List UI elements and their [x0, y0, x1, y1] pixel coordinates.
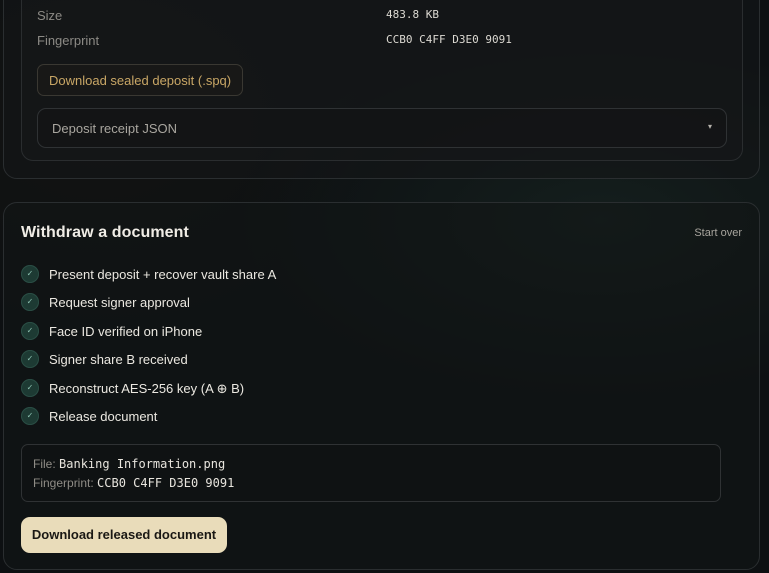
- fingerprint-value: CCB0 C4FF D3E0 9091: [386, 33, 512, 46]
- download-released-document-button[interactable]: Download released document: [21, 517, 227, 553]
- start-over-button[interactable]: Start over: [694, 227, 742, 239]
- fingerprint-label: Fingerprint: [37, 33, 100, 48]
- withdraw-card: Withdraw a document Start over ✓ Present…: [3, 202, 760, 570]
- step-label: Release document: [49, 408, 158, 424]
- deposit-card: Size 483.8 KB Fingerprint CCB0 C4FF D3E0…: [3, 0, 760, 179]
- released-file-info: File: Banking Information.png Fingerprin…: [21, 444, 721, 502]
- deposit-receipt-select[interactable]: Deposit receipt JSON ▾: [37, 108, 727, 148]
- step-label: Signer share B received: [49, 352, 188, 368]
- step-label: Request signer approval: [49, 295, 190, 311]
- download-sealed-deposit-button[interactable]: Download sealed deposit (.spq): [37, 64, 244, 96]
- size-label: Size: [37, 8, 63, 23]
- check-icon: ✓: [21, 321, 39, 340]
- chevron-down-icon: ▾: [707, 122, 712, 131]
- file-label: File:: [33, 457, 56, 471]
- size-value: 483.8 KB: [386, 8, 439, 21]
- file-name-value: Banking Information.png: [59, 457, 226, 471]
- step-label: Present deposit + recover vault share A: [49, 267, 277, 282]
- fingerprint-row: Fingerprint CCB0 C4FF D3E0 9091: [37, 33, 727, 53]
- withdraw-title: Withdraw a document: [21, 224, 189, 241]
- file-fingerprint-line: Fingerprint: CCB0 C4FF D3E0 9091: [33, 476, 234, 490]
- size-row: Size 483.8 KB: [37, 8, 727, 28]
- check-icon: ✓: [21, 293, 39, 312]
- file-name-line: File: Banking Information.png: [33, 457, 225, 471]
- check-icon: ✓: [21, 406, 39, 425]
- check-icon: ✓: [21, 265, 39, 283]
- step-label: Reconstruct AES-256 key (A ⊕ B): [49, 380, 245, 396]
- file-fingerprint-value: CCB0 C4FF D3E0 9091: [97, 476, 235, 490]
- check-icon: ✓: [21, 350, 39, 369]
- check-icon: ✓: [21, 378, 39, 397]
- file-fingerprint-label: Fingerprint:: [33, 476, 94, 490]
- receipt-select-value: Deposit receipt JSON: [52, 121, 177, 136]
- step-label: Face ID verified on iPhone: [49, 323, 203, 339]
- deposit-details-panel: Size 483.8 KB Fingerprint CCB0 C4FF D3E0…: [21, 0, 743, 161]
